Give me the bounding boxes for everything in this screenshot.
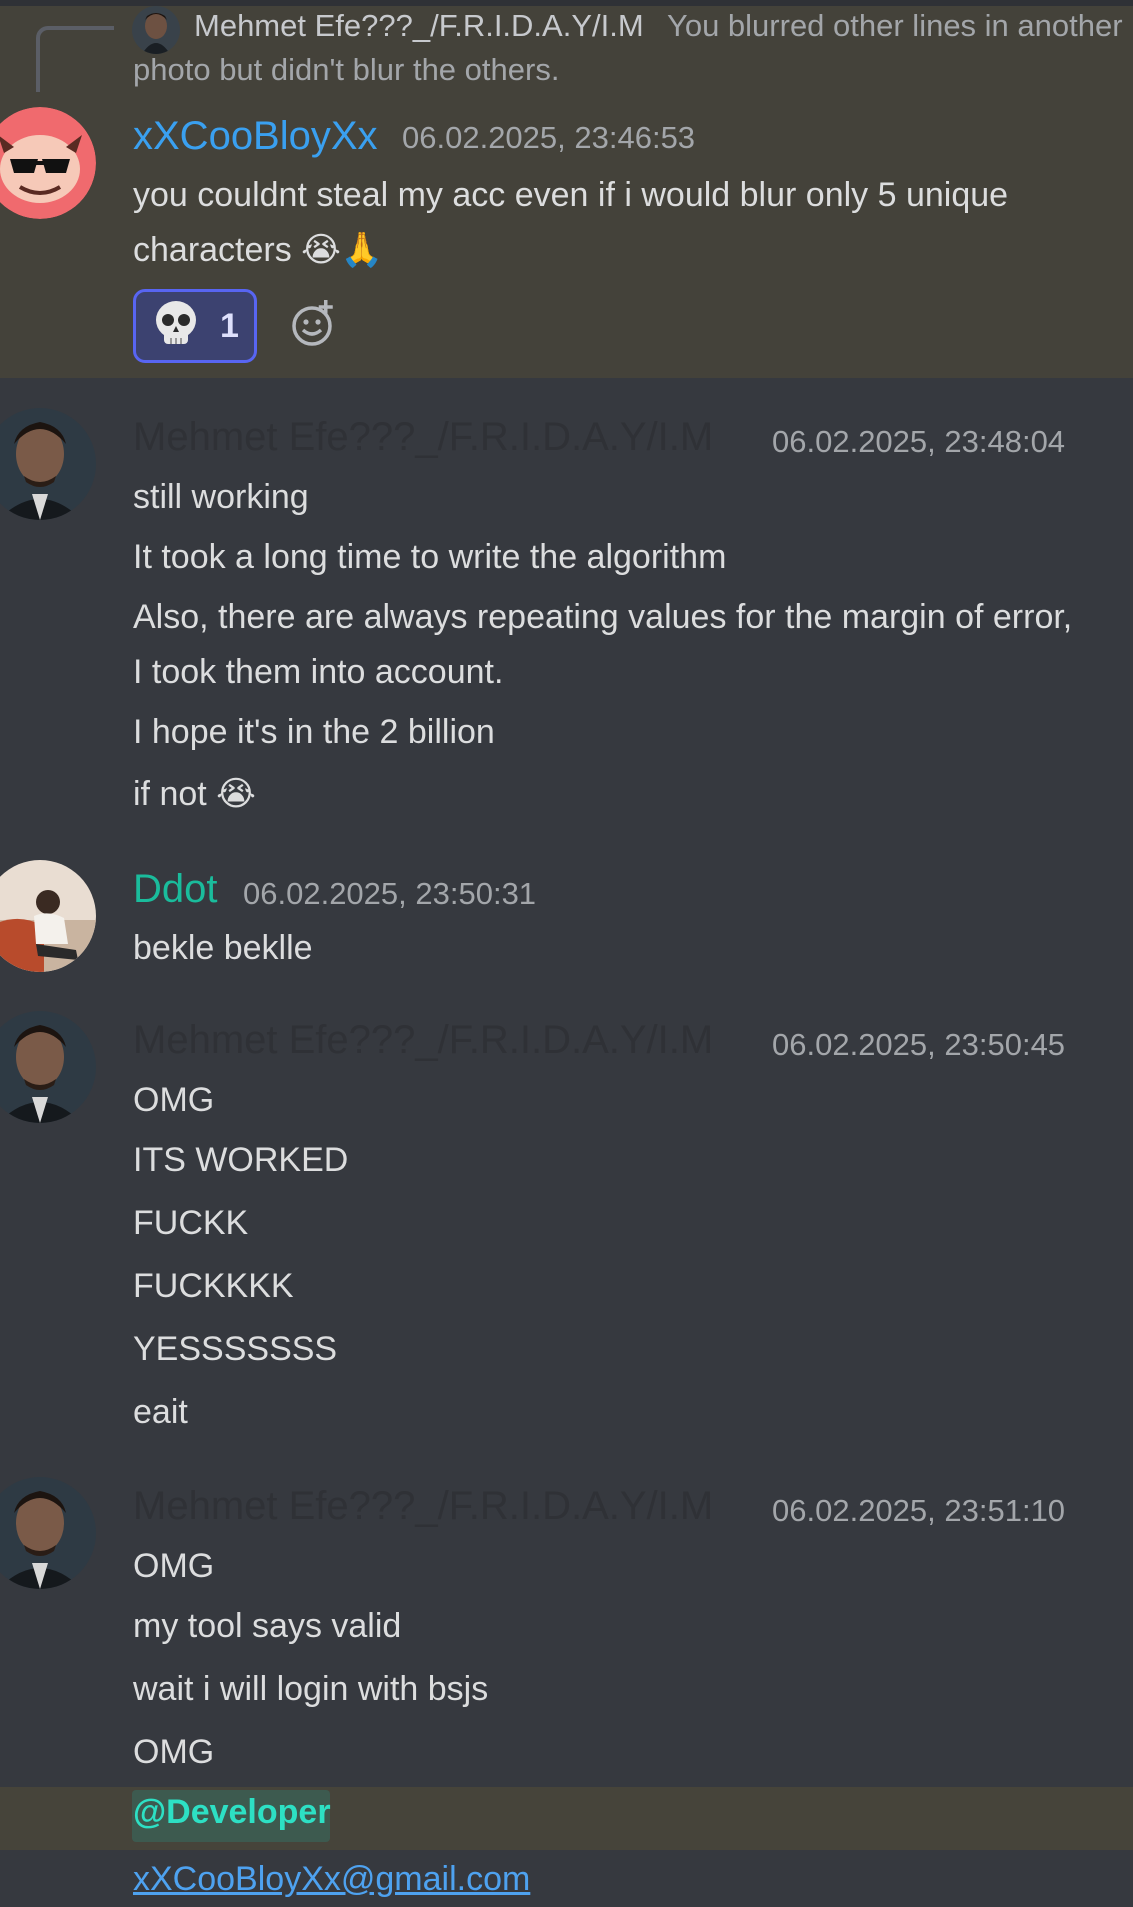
message-text: eait [133,1393,188,1431]
message-text: my tool says valid [133,1607,402,1645]
skull-icon [154,300,198,353]
message-text: I took them into account. [133,653,504,691]
message-timestamp: 06.02.2025, 23:48:04 [772,424,1066,459]
message-text: I hope it's in the 2 billion [133,713,495,751]
message-author[interactable]: xXCooBloyXx [133,114,378,159]
message-timestamp: 06.02.2025, 23:46:53 [402,120,696,155]
reply-preview[interactable]: You blurred other lines in another [667,8,1123,44]
message-text: Also, there are always repeating values … [133,598,1073,636]
avatar[interactable] [0,860,96,972]
message-text: OMG [133,1547,215,1585]
add-reaction-icon[interactable] [290,298,340,348]
message-text: FUCKKKK [133,1267,294,1305]
avatar[interactable] [0,1477,96,1589]
reply-preview-continued[interactable]: photo but didn't blur the others. [133,52,559,88]
message-author[interactable]: Mehmet Efe???_/F.R.I.D.A.Y/I.M [133,1018,713,1063]
email-link[interactable]: xXCooBloyXx@gmail.com [133,1860,530,1899]
message-timestamp: 06.02.2025, 23:50:31 [243,876,537,911]
message-text: still working [133,478,309,516]
reply-author[interactable]: Mehmet Efe???_/F.R.I.D.A.Y/I.M [194,8,644,44]
reply-connector [36,26,114,92]
message-text: OMG [133,1081,215,1119]
reply-avatar[interactable] [132,6,180,54]
message-timestamp: 06.02.2025, 23:50:45 [772,1027,1066,1062]
message-author[interactable]: Mehmet Efe???_/F.R.I.D.A.Y/I.M [133,1484,713,1529]
message-text: FUCKK [133,1204,249,1242]
message-text: bekle beklle [133,929,313,967]
message-timestamp: 06.02.2025, 23:51:10 [772,1493,1066,1528]
message-text: characters 😭🙏 [133,231,384,269]
message-author[interactable]: Mehmet Efe???_/F.R.I.D.A.Y/I.M [133,415,713,460]
message-text: YESSSSSSS [133,1330,338,1368]
message-text: ITS WORKED [133,1141,349,1179]
message-author[interactable]: Ddot [133,867,218,912]
message-text: you couldnt steal my acc even if i would… [133,176,1009,214]
reaction-skull-button[interactable]: 1 [133,289,257,363]
message-text: if not 😭 [133,775,256,813]
message-text: It took a long time to write the algorit… [133,538,727,576]
user-mention[interactable]: @Developer [133,1793,331,1832]
message-text: wait i will login with bsjs [133,1670,489,1708]
message-text: OMG [133,1733,215,1771]
avatar[interactable] [0,408,96,520]
reaction-count: 1 [220,306,239,345]
avatar[interactable] [0,1011,96,1123]
